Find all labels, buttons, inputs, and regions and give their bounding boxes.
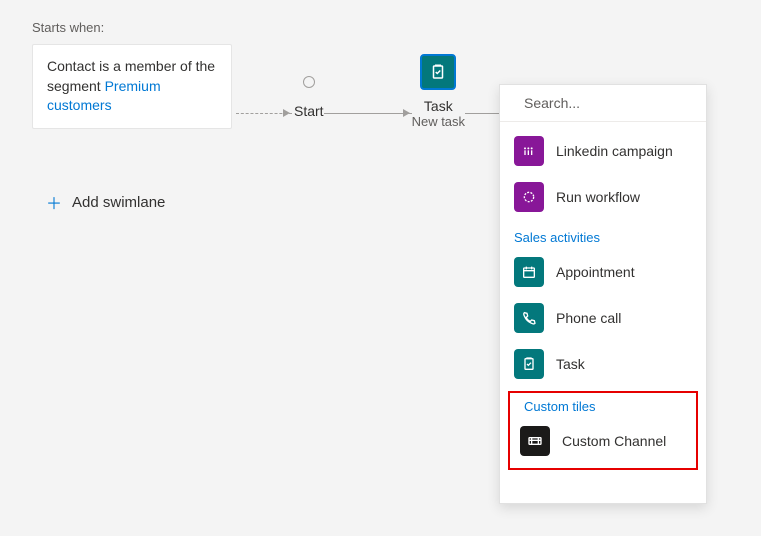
- tile-picker-panel: Linkedin campaign Run workflow Sales act…: [499, 84, 707, 504]
- workflow-icon: [514, 182, 544, 212]
- tile-label: Custom Channel: [562, 433, 666, 449]
- tile-run-workflow[interactable]: Run workflow: [500, 174, 706, 220]
- task-node[interactable]: Task New task: [412, 44, 465, 129]
- channel-icon: [520, 426, 550, 456]
- search-box[interactable]: [500, 85, 706, 122]
- task-sub: New task: [412, 114, 465, 129]
- add-swimlane-button[interactable]: ＋ Add swimlane: [46, 190, 165, 214]
- start-dot-icon: [303, 76, 315, 88]
- start-label: Start: [294, 103, 324, 119]
- journey-canvas: Starts when: Contact is a member of the …: [0, 0, 761, 536]
- add-swimlane-label: Add swimlane: [72, 194, 165, 211]
- start-node: Start: [294, 55, 324, 119]
- trigger-card[interactable]: Contact is a member of the segment Premi…: [32, 44, 232, 129]
- arrow-icon: [403, 109, 410, 117]
- calendar-icon: [514, 257, 544, 287]
- tile-phone-call[interactable]: Phone call: [500, 295, 706, 341]
- connector-dashed: [236, 113, 292, 114]
- plus-icon: ＋: [46, 190, 62, 214]
- tile-custom-channel[interactable]: Custom Channel: [510, 418, 696, 464]
- tile-label: Appointment: [556, 264, 635, 280]
- task-label: Task: [424, 98, 453, 114]
- tile-linkedin-campaign[interactable]: Linkedin campaign: [500, 128, 706, 174]
- tile-label: Task: [556, 356, 585, 372]
- task-tile[interactable]: [420, 54, 456, 90]
- phone-icon: [514, 303, 544, 333]
- connector-solid: [324, 113, 412, 114]
- tile-label: Linkedin campaign: [556, 143, 673, 159]
- highlight-custom-tiles: Custom tiles Custom Channel: [508, 391, 698, 470]
- section-sales-activities: Sales activities: [500, 220, 706, 249]
- panel-body: Linkedin campaign Run workflow Sales act…: [500, 122, 706, 503]
- section-custom-tiles: Custom tiles: [510, 393, 696, 418]
- starts-when-label: Starts when:: [32, 20, 729, 35]
- clipboard-icon: [514, 349, 544, 379]
- arrow-icon: [283, 109, 290, 117]
- linkedin-icon: [514, 136, 544, 166]
- tile-label: Run workflow: [556, 189, 640, 205]
- tile-label: Phone call: [556, 310, 621, 326]
- tile-appointment[interactable]: Appointment: [500, 249, 706, 295]
- tile-task[interactable]: Task: [500, 341, 706, 387]
- flow-row: Contact is a member of the segment Premi…: [32, 44, 573, 129]
- search-input[interactable]: [524, 95, 705, 111]
- clipboard-icon: [429, 63, 447, 81]
